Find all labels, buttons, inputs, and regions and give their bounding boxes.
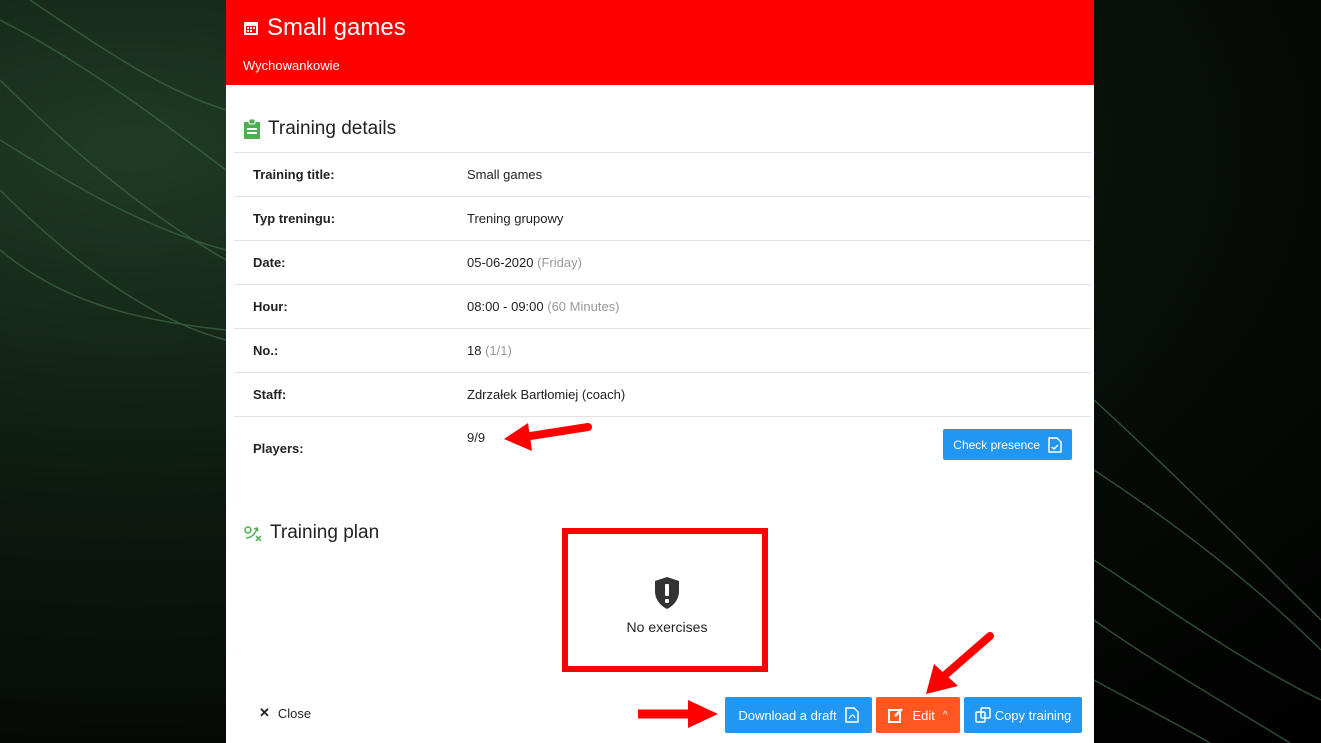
annotation-box: [562, 528, 768, 672]
check-presence-button[interactable]: Check presence: [943, 429, 1072, 460]
duration: (60 Minutes): [547, 299, 620, 314]
edit-label: Edit: [912, 707, 935, 723]
table-row-players: Players: 9/9 Check presence: [234, 416, 1091, 473]
details-heading-text: Training details: [268, 118, 397, 139]
close-label: Close: [277, 705, 312, 721]
calendar-icon: [244, 22, 258, 35]
row-value: Zdrzałek Bartłomiej (coach): [467, 387, 626, 402]
details-table: Training title: Small games Typ treningu…: [234, 152, 1091, 473]
row-value: 05-06-2020 (Friday): [453, 255, 582, 270]
modal-header: Small games Wychowankowie: [226, 0, 1094, 85]
details-heading: Training details: [244, 118, 396, 140]
number-extra: (1/1): [485, 343, 512, 358]
row-label: Training title:: [253, 167, 335, 182]
edit-button[interactable]: Edit ^: [876, 697, 960, 733]
document-check-icon: [1048, 436, 1062, 453]
title-row: Small games: [243, 14, 406, 42]
row-label: Players:: [253, 440, 304, 456]
annotation-arrow-edit: [926, 632, 994, 694]
table-row: No.: 18 (1/1): [234, 328, 1091, 372]
players-count: 9/9: [467, 429, 486, 445]
row-label: Staff:: [253, 387, 287, 402]
plan-heading-text: Training plan: [270, 522, 380, 543]
copy-icon: [974, 707, 991, 723]
row-label: Typ treningu:: [253, 211, 336, 226]
pdf-icon: [844, 707, 859, 723]
download-draft-button[interactable]: Download a draft: [725, 697, 872, 733]
weekday: (Friday): [537, 255, 582, 270]
modal-title: Small games: [267, 14, 406, 41]
row-label: Hour:: [253, 299, 288, 314]
footer-actions: Download a draft Edit ^ Copy training: [725, 697, 1082, 733]
tactics-icon: [244, 526, 262, 542]
close-x-icon: ✕: [259, 705, 270, 720]
row-label: No.:: [253, 343, 279, 358]
table-row: Training title: Small games: [234, 152, 1091, 196]
annotation-arrow-download: [638, 700, 718, 728]
hour-value: 08:00 - 09:00: [467, 299, 544, 314]
download-draft-label: Download a draft: [738, 707, 837, 723]
table-row: Typ treningu: Trening grupowy: [234, 196, 1091, 240]
row-value: 18 (1/1): [453, 343, 512, 358]
annotation-arrow-players: [504, 423, 592, 451]
row-value: Small games: [467, 167, 543, 182]
table-row: Staff: Zdrzałek Bartłomiej (coach): [234, 372, 1091, 416]
chevron-up-icon: ^: [942, 709, 948, 721]
date-value: 05-06-2020: [467, 255, 534, 270]
row-label: Date:: [253, 255, 286, 270]
row-value: 08:00 - 09:00 (60 Minutes): [453, 299, 620, 314]
clipboard-icon: [244, 119, 260, 139]
row-value: Trening grupowy: [467, 211, 564, 226]
check-presence-label: Check presence: [953, 437, 1040, 452]
plan-heading: Training plan: [244, 522, 379, 544]
number-value: 18: [467, 343, 482, 358]
copy-training-button[interactable]: Copy training: [964, 697, 1082, 733]
edit-icon: [888, 708, 904, 723]
modal-subtitle: Wychowankowie: [243, 58, 340, 73]
close-button[interactable]: ✕ Close: [259, 705, 311, 721]
table-row: Hour: 08:00 - 09:00 (60 Minutes): [234, 284, 1091, 328]
table-row: Date: 05-06-2020 (Friday): [234, 240, 1091, 284]
copy-training-label: Copy training: [994, 707, 1072, 723]
